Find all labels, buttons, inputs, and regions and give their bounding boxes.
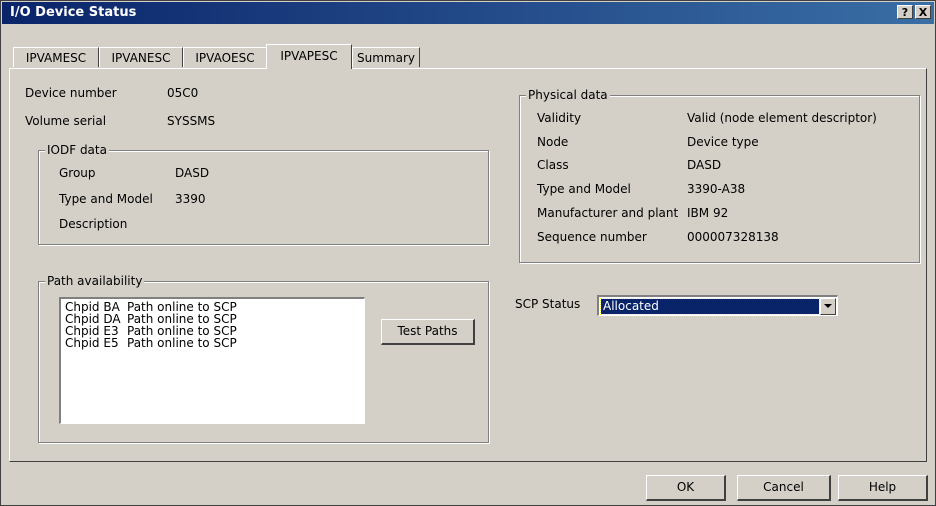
tab-ipvanesc[interactable]: IPVANESC [99, 47, 183, 67]
device-number-value: 05C0 [167, 86, 199, 100]
volume-serial-value: SYSSMS [167, 114, 216, 128]
phys-node-value: Device type [687, 135, 759, 149]
phys-validity-label: Validity [537, 111, 582, 125]
path-status: Path online to SCP [127, 336, 237, 350]
path-listbox[interactable]: Chpid BA Path online to SCP Chpid DA Path … [59, 297, 365, 424]
phys-manufacturer-value: IBM 92 [687, 206, 729, 220]
scp-status-label: SCP Status [515, 297, 581, 311]
scp-status-dropdown[interactable]: Allocated [597, 295, 838, 316]
close-button[interactable]: X [915, 5, 931, 19]
path-availability-title: Path availability [45, 274, 145, 288]
path-availability-group: Path availability Chpid BA Path online to… [38, 274, 489, 443]
iodf-data-title: IODF data [45, 143, 109, 157]
phys-class-label: Class [537, 158, 569, 172]
cancel-button[interactable]: Cancel [737, 475, 831, 501]
chevron-down-icon [824, 304, 832, 308]
ok-button[interactable]: OK [646, 475, 726, 501]
title-bar: I/O Device Status ? X [2, 2, 934, 24]
help-question-button[interactable]: ? [897, 5, 913, 19]
list-item[interactable]: Chpid E5 Path online to SCP [65, 337, 360, 349]
iodf-group-value: DASD [175, 166, 210, 180]
phys-class-value: DASD [687, 158, 722, 172]
iodf-group-label: Group [59, 166, 96, 180]
phys-type-value: 3390-A38 [687, 182, 746, 196]
help-button[interactable]: Help [838, 475, 928, 501]
device-number-label: Device number [25, 86, 117, 100]
tab-summary[interactable]: Summary [352, 47, 420, 67]
iodf-description-label: Description [59, 217, 128, 231]
tab-ipvaoesc[interactable]: IPVAOESC [183, 47, 267, 67]
physical-data-group: Physical data Validity Valid (node eleme… [519, 88, 920, 263]
phys-node-label: Node [537, 135, 569, 149]
scp-status-value: Allocated [600, 298, 820, 315]
iodf-data-group: IODF data Group DASD Type and Model 3390… [38, 143, 489, 245]
chpid-label: Chpid E5 [65, 336, 119, 350]
tab-ipvamesc[interactable]: IPVAMESC [13, 47, 99, 67]
dropdown-arrow-button[interactable] [820, 298, 836, 315]
tab-ipvapesc[interactable]: IPVAPESC [266, 44, 352, 69]
iodf-type-value: 3390 [175, 192, 206, 206]
phys-manufacturer-label: Manufacturer and plant [537, 206, 679, 220]
phys-sequence-label: Sequence number [537, 230, 647, 244]
phys-type-label: Type and Model [537, 182, 631, 196]
volume-serial-label: Volume serial [25, 114, 107, 128]
phys-validity-value: Valid (node element descriptor) [687, 111, 877, 125]
dialog-window: I/O Device Status ? X IPVAMESC IPVANESC … [0, 0, 936, 506]
iodf-type-label: Type and Model [59, 192, 153, 206]
title-bar-buttons: ? X [897, 5, 931, 19]
tab-panel: Device number 05C0 Volume serial SYSSMS … [9, 68, 927, 462]
phys-sequence-value: 000007328138 [687, 230, 779, 244]
test-paths-button[interactable]: Test Paths [381, 319, 475, 345]
physical-data-title: Physical data [526, 88, 610, 102]
window-title: I/O Device Status [10, 5, 137, 20]
